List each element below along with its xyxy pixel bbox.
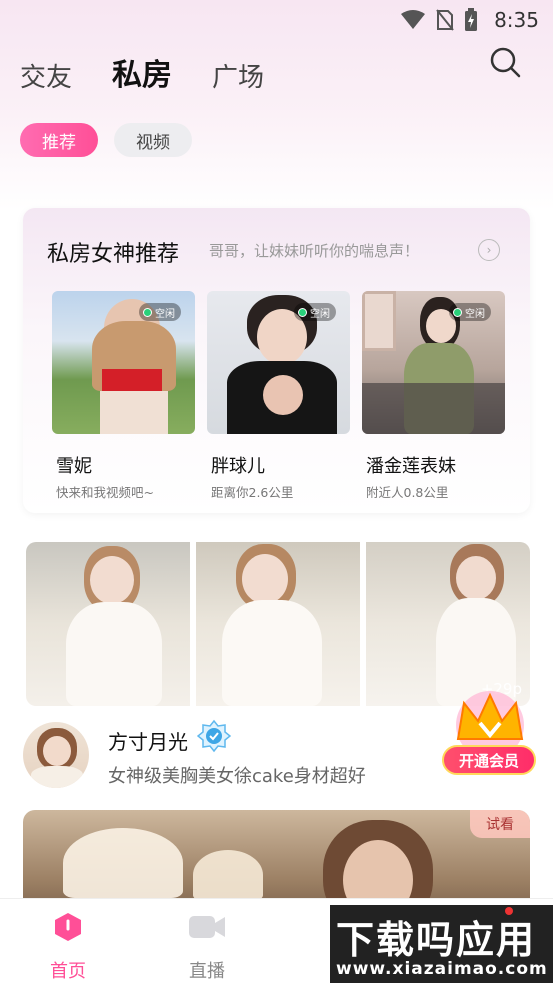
online-dot-icon [453, 307, 462, 317]
profile-desc: 距离你2.6公里 [211, 485, 294, 500]
profile-photo: 空闲 [362, 291, 505, 434]
post-gallery[interactable]: +29p [26, 542, 530, 706]
profile-name: 潘金莲表妹 [366, 456, 456, 477]
search-icon[interactable] [489, 46, 523, 80]
pill-recommend[interactable]: 推荐 [20, 123, 98, 157]
section-title: 私房女神推荐 [47, 242, 180, 267]
tab-friends[interactable]: 交友 [20, 57, 72, 94]
profile-name: 胖球儿 [211, 456, 265, 477]
profile-card[interactable]: 空闲 潘金莲表妹 附近人0.8公里 [362, 291, 505, 501]
clock: 8:35 [494, 8, 539, 32]
status-badge: 空闲 [294, 303, 336, 321]
watermark-dot [505, 907, 513, 915]
tab-square[interactable]: 广场 [212, 57, 264, 94]
profile-photo: 空闲 [52, 291, 195, 434]
home-icon [55, 913, 81, 941]
nav-home-label: 首页 [50, 961, 86, 982]
watermark-url: www.xiazaimao.com [336, 959, 548, 979]
video-camera-icon [189, 916, 225, 938]
profile-card[interactable]: 空闲 雪妮 快来和我视频吧~ [52, 291, 195, 501]
author-name[interactable]: 方寸月光 [108, 726, 188, 755]
sub-tabs: 推荐 视频 [20, 123, 192, 157]
nav-live-label: 直播 [189, 961, 225, 982]
battery-charging-icon [465, 8, 478, 31]
vip-open-button[interactable]: 开通会员 [440, 683, 540, 779]
post-text: 女神级美胸美女徐cake身材超好 [108, 766, 366, 787]
gallery-photo[interactable]: +29p [366, 542, 530, 706]
watermark-title: 下载吗应用 [336, 918, 537, 962]
no-sim-icon [436, 9, 454, 31]
profile-desc: 附近人0.8公里 [366, 485, 449, 500]
verified-badge-icon [197, 719, 231, 753]
trial-tag: 试看 [470, 810, 530, 838]
online-dot-icon [298, 307, 307, 317]
status-bar: 8:35 [0, 0, 553, 40]
status-badge: 空闲 [449, 303, 491, 321]
top-tabs: 交友 私房 广场 [20, 50, 264, 94]
watermark: 下载吗应用 www.xiazaimao.com [330, 905, 553, 983]
profile-list: 空闲 雪妮 快来和我视频吧~ 空闲 胖球儿 距离你2.6公里 空闲 潘金莲表妹 … [52, 291, 505, 501]
pill-video[interactable]: 视频 [114, 123, 192, 157]
nav-live[interactable]: 直播 [167, 911, 247, 983]
section-subtitle: 哥哥，让妹妹听听你的喘息声！ [209, 242, 420, 260]
status-badge: 空闲 [139, 303, 181, 321]
gallery-photo[interactable] [196, 542, 360, 706]
online-dot-icon [143, 307, 152, 317]
profile-name: 雪妮 [56, 456, 92, 477]
profile-photo: 空闲 [207, 291, 350, 434]
nav-home[interactable]: 首页 [28, 911, 108, 983]
vip-label: 开通会员 [442, 745, 536, 775]
avatar[interactable] [23, 722, 89, 788]
chevron-right-icon[interactable]: › [478, 239, 500, 261]
profile-card[interactable]: 空闲 胖球儿 距离你2.6公里 [207, 291, 350, 501]
goddess-recommend-card: 私房女神推荐 哥哥，让妹妹听听你的喘息声！ › 空闲 雪妮 快来和我视频吧~ 空… [23, 208, 530, 513]
wifi-icon [401, 10, 426, 29]
profile-desc: 快来和我视频吧~ [56, 485, 154, 500]
tab-private[interactable]: 私房 [112, 50, 172, 94]
gallery-photo[interactable] [26, 542, 190, 706]
